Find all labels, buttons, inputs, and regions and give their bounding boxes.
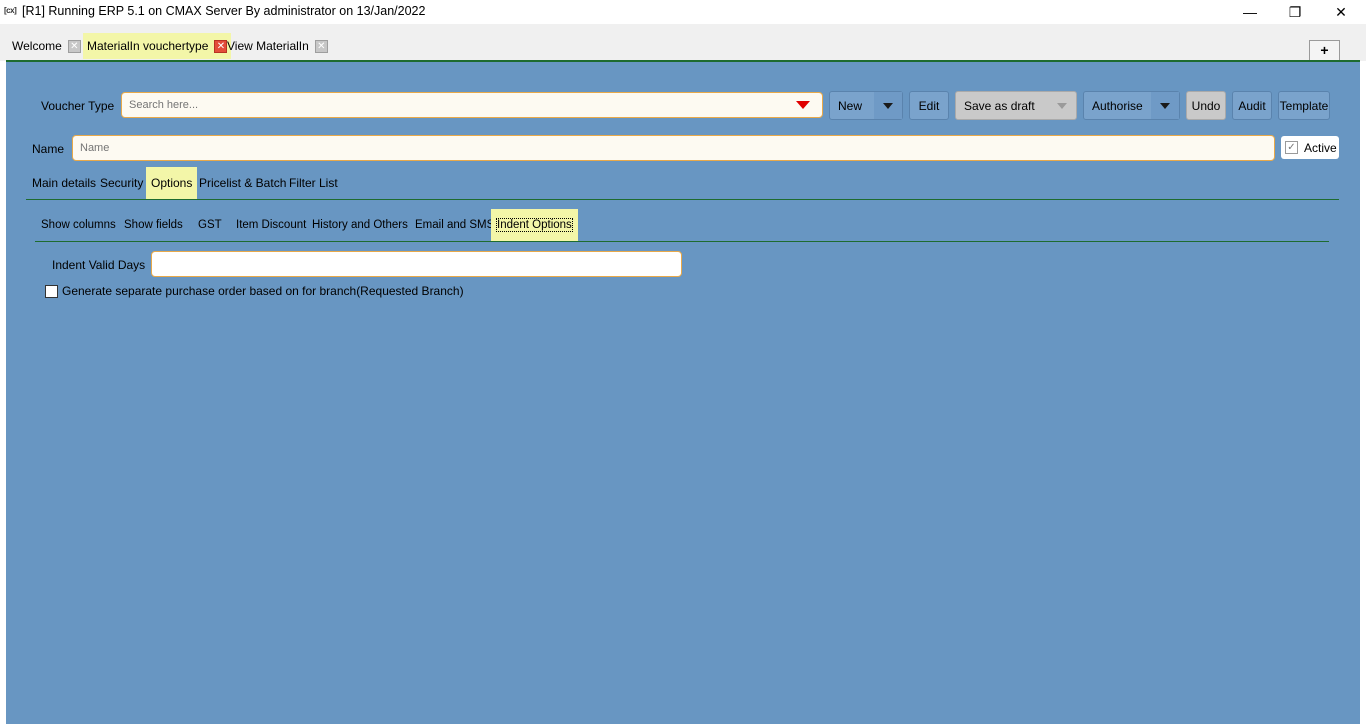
audit-button[interactable]: Audit	[1232, 91, 1272, 120]
voucher-type-label: Voucher Type	[41, 99, 115, 113]
tab-welcome[interactable]: Welcome ✕	[8, 33, 85, 59]
tab-label: Filter List	[289, 176, 338, 190]
authorise-label: Authorise	[1092, 98, 1143, 113]
main-tabs-divider	[26, 199, 1339, 200]
voucher-type-combobox[interactable]	[121, 92, 823, 118]
check-icon[interactable]: ✓	[1285, 141, 1298, 154]
tab-main-details[interactable]: Main details	[27, 167, 101, 199]
new-dropdown-toggle[interactable]	[874, 92, 902, 119]
tab-label: Options	[151, 176, 193, 190]
new-button[interactable]: New	[829, 91, 903, 120]
tab-filter-list[interactable]: Filter List	[284, 167, 343, 199]
tab-history-and-others[interactable]: History and Others	[306, 209, 414, 241]
chevron-down-icon	[883, 102, 893, 109]
tab-label: Show fields	[124, 219, 183, 231]
tab-security[interactable]: Security	[95, 167, 148, 199]
tab-label: Indent Options	[496, 218, 573, 232]
tab-label: Show columns	[41, 219, 116, 231]
tab-label: View MaterialIn	[227, 39, 309, 53]
tab-view-materialin[interactable]: View MaterialIn ✕	[223, 33, 332, 59]
option-tabs-divider	[35, 241, 1329, 242]
active-label: Active	[1304, 140, 1337, 155]
active-checkbox[interactable]: ✓ Active	[1281, 136, 1339, 159]
tab-indent-options[interactable]: Indent Options	[491, 209, 578, 241]
edit-button[interactable]: Edit	[909, 91, 949, 120]
close-window-button[interactable]: ✕	[1318, 0, 1364, 24]
tab-close-icon[interactable]: ✕	[67, 39, 81, 53]
template-button[interactable]: Template	[1278, 91, 1330, 120]
tab-close-icon[interactable]: ✕	[314, 39, 328, 53]
undo-button[interactable]: Undo	[1186, 91, 1226, 120]
tab-label: Welcome	[12, 39, 62, 53]
separate-po-label: Generate separate purchase order based o…	[62, 284, 464, 298]
window-title: [R1] Running ERP 5.1 on CMAX Server By a…	[22, 4, 426, 18]
tab-label: Pricelist & Batch	[199, 176, 287, 190]
tab-email-and-sms[interactable]: Email and SMS	[409, 209, 500, 241]
restore-icon: ❐	[1288, 3, 1302, 20]
save-as-draft-button[interactable]: Save as draft	[955, 91, 1077, 120]
tab-pricelist-batch[interactable]: Pricelist & Batch	[194, 167, 291, 199]
tab-show-columns[interactable]: Show columns	[35, 209, 122, 241]
indent-valid-days-label: Indent Valid Days	[52, 258, 146, 272]
title-bar: [cx] [R1] Running ERP 5.1 on CMAX Server…	[0, 0, 1366, 24]
separate-po-checkbox[interactable]	[45, 284, 58, 298]
tab-label: MaterialIn vouchertype	[87, 39, 209, 53]
save-as-draft-label: Save as draft	[964, 98, 1035, 113]
minimize-icon: —	[1243, 4, 1257, 20]
name-field[interactable]	[72, 135, 1275, 161]
chevron-down-icon	[1160, 102, 1170, 109]
main-panel	[6, 62, 1360, 724]
app-icon: [cx]	[4, 6, 17, 15]
new-button-label: New	[838, 98, 863, 113]
save-dropdown-toggle[interactable]	[1048, 92, 1076, 119]
maximize-button[interactable]: ❐	[1272, 0, 1318, 24]
name-input[interactable]	[73, 136, 1274, 160]
indent-valid-days-input[interactable]	[152, 252, 681, 276]
audit-label: Audit	[1238, 98, 1266, 113]
separate-po-option[interactable]: Generate separate purchase order based o…	[45, 284, 464, 298]
tab-label: GST	[198, 219, 222, 231]
tab-label: Security	[100, 176, 144, 190]
dropdown-arrow-icon[interactable]	[796, 101, 810, 109]
tab-gst[interactable]: GST	[192, 209, 228, 241]
voucher-type-search-input[interactable]	[122, 93, 822, 117]
authorise-dropdown-toggle[interactable]	[1151, 92, 1179, 119]
tab-label: Email and SMS	[415, 219, 495, 231]
tab-label: Item Discount	[236, 219, 307, 231]
tab-label: Main details	[32, 176, 97, 190]
template-label: Template	[1279, 98, 1329, 113]
edit-button-label: Edit	[918, 98, 940, 113]
undo-label: Undo	[1191, 98, 1221, 113]
add-tab-button[interactable]: +	[1309, 40, 1340, 61]
tab-label: History and Others	[312, 219, 408, 231]
minimize-button[interactable]: —	[1227, 0, 1273, 24]
tab-options[interactable]: Options	[146, 167, 198, 199]
close-icon: ✕	[1335, 3, 1347, 20]
authorise-button[interactable]: Authorise	[1083, 91, 1180, 120]
tab-materialin-vouchertype[interactable]: MaterialIn vouchertype ✕	[83, 33, 232, 59]
chevron-down-icon	[1057, 102, 1067, 109]
indent-valid-days-field[interactable]	[151, 251, 682, 277]
name-label: Name	[32, 142, 65, 156]
tab-show-fields[interactable]: Show fields	[118, 209, 189, 241]
tab-item-discount[interactable]: Item Discount	[230, 209, 312, 241]
document-tab-strip: Welcome ✕ MaterialIn vouchertype ✕ View …	[0, 24, 1366, 61]
